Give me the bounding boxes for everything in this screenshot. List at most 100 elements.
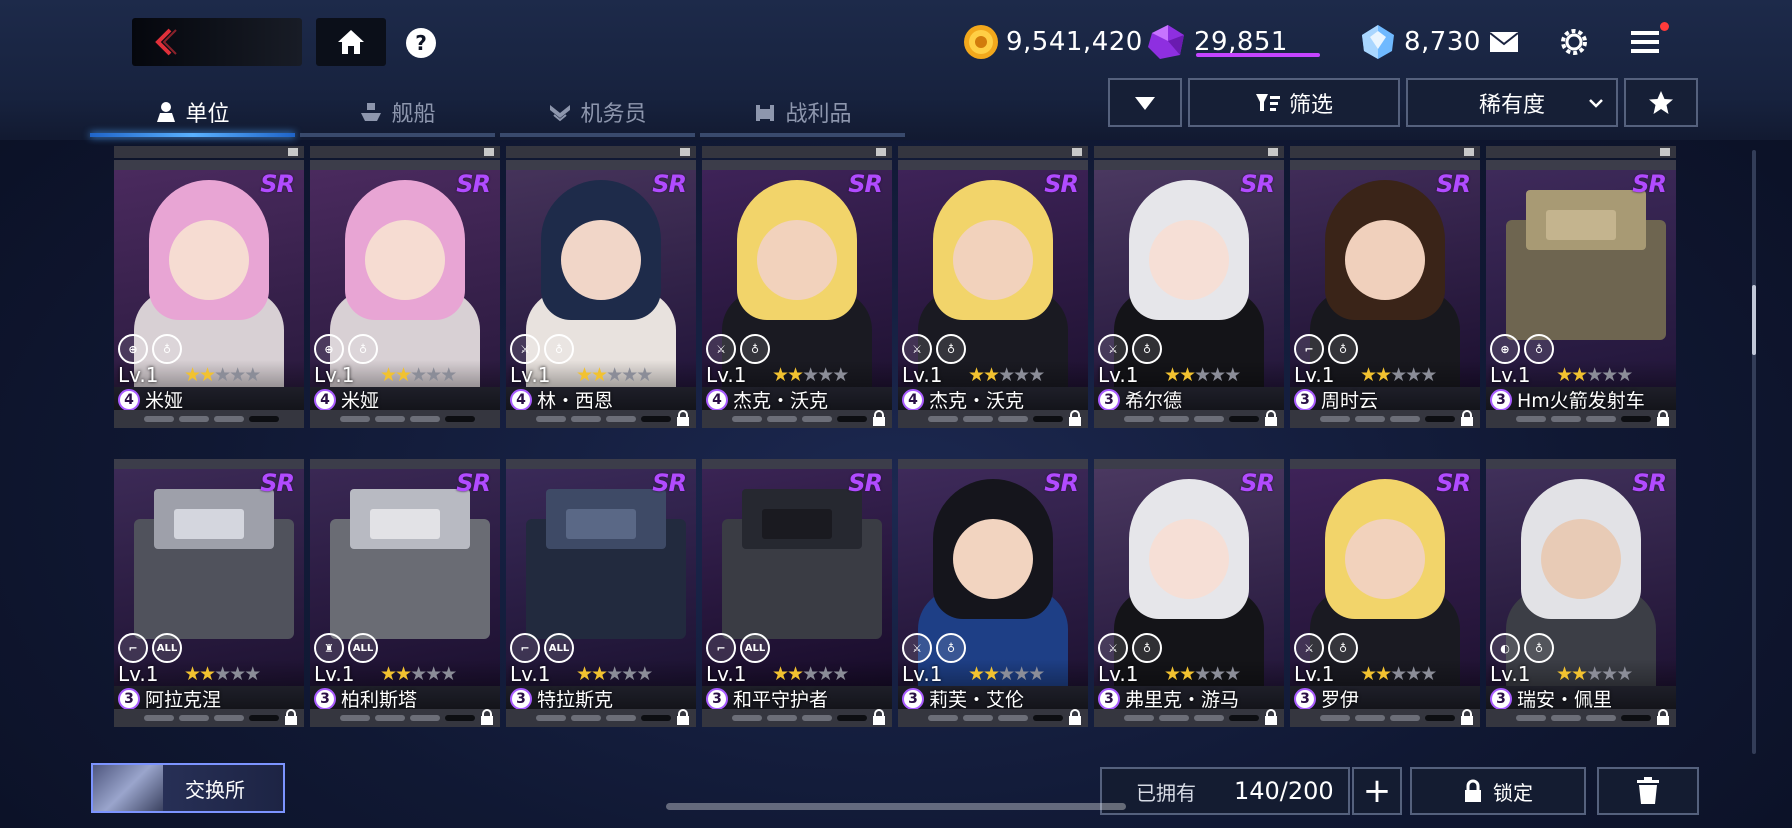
star-icon: ★ bbox=[998, 663, 1015, 685]
padlock-icon bbox=[284, 709, 298, 727]
star-icon: ★ bbox=[1616, 364, 1633, 386]
unit-name: 杰克・沃克 bbox=[929, 390, 1025, 412]
scrollbar-thumb[interactable] bbox=[1752, 285, 1756, 355]
star-icon: ★ bbox=[440, 663, 457, 685]
unit-card[interactable]: SR ⚔ ♁ Lv.1 ★★★★★ 3 弗里克・游马 bbox=[1094, 459, 1284, 727]
tab-unit[interactable]: 单位 bbox=[90, 92, 295, 132]
unit-card[interactable]: SR ◐ ♁ Lv.1 ★★★★★ 3 瑞安・佩里 bbox=[1486, 459, 1676, 727]
gold-amount: 9,541,420 bbox=[1006, 27, 1143, 57]
upgrade-pip bbox=[1621, 715, 1651, 721]
question-icon: ? bbox=[415, 31, 427, 55]
card-top-strip bbox=[1094, 160, 1284, 170]
unit-card[interactable]: SR ⌐ ALL Lv.1 ★★★★★ 3 特拉斯克 bbox=[506, 459, 696, 727]
star-icon: ★ bbox=[229, 663, 246, 685]
lock-button[interactable]: 锁定 bbox=[1410, 767, 1586, 815]
menu-button[interactable] bbox=[1627, 24, 1663, 60]
card-top-strip bbox=[506, 160, 696, 170]
favorite-button[interactable] bbox=[1624, 78, 1698, 127]
upgrade-pip bbox=[837, 416, 867, 422]
star-icon: ★ bbox=[817, 364, 834, 386]
filter-icon bbox=[1255, 93, 1280, 111]
dropdown-toggle-button[interactable] bbox=[1108, 78, 1182, 127]
star-rating: ★★★★★ bbox=[576, 364, 653, 386]
card-top-strip bbox=[1486, 459, 1676, 469]
unit-card[interactable]: SR ⊕ ♁ Lv.1 ★★★★★ 4 米娅 bbox=[114, 160, 304, 428]
unit-card[interactable]: SR ⌐ ♁ Lv.1 ★★★★★ 3 周时云 bbox=[1290, 160, 1480, 428]
character-face bbox=[1149, 519, 1229, 599]
card-top-strip bbox=[1290, 459, 1480, 469]
unit-card[interactable]: SR ⊕ ♁ Lv.1 ★★★★★ 3 Hm火箭发射车 bbox=[1486, 160, 1676, 428]
gear-icon bbox=[1561, 29, 1587, 55]
card-footer bbox=[1486, 410, 1676, 428]
upgrade-pip bbox=[1586, 416, 1616, 422]
unit-card[interactable]: SR ⚔ ♁ Lv.1 ★★★★★ 3 莉芙・艾伦 bbox=[898, 459, 1088, 727]
star-icon: ★ bbox=[199, 364, 216, 386]
help-button[interactable]: ? bbox=[406, 28, 436, 58]
delete-button[interactable] bbox=[1597, 767, 1699, 815]
triangle-down-icon bbox=[1135, 96, 1155, 110]
unit-level: Lv.1 bbox=[510, 662, 551, 686]
shield-wing-icon: ♁ bbox=[1524, 334, 1554, 364]
star-rating: ★★★★★ bbox=[576, 663, 653, 685]
expand-capacity-button[interactable]: + bbox=[1352, 767, 1402, 815]
unit-card[interactable]: SR ⚔ ♁ Lv.1 ★★★★★ 3 希尔德 bbox=[1094, 160, 1284, 428]
filter-button[interactable]: 筛选 bbox=[1188, 78, 1400, 127]
unit-card[interactable]: SR ⚔ ♁ Lv.1 ★★★★★ 4 杰克・沃克 bbox=[898, 160, 1088, 428]
tab-operator-underline bbox=[500, 133, 695, 137]
upgrade-pip bbox=[1194, 715, 1224, 721]
role-icons: ⌐ ♁ bbox=[1294, 334, 1358, 364]
unit-card[interactable]: SR ♜ ALL Lv.1 ★★★★★ 3 柏利斯塔 bbox=[310, 459, 500, 727]
star-icon: ★ bbox=[1164, 364, 1181, 386]
scrollbar-track[interactable] bbox=[1752, 150, 1756, 754]
padlock-icon bbox=[1460, 709, 1474, 727]
unit-level: Lv.1 bbox=[1098, 662, 1139, 686]
role-icons: ◐ ♁ bbox=[1490, 633, 1554, 663]
unit-name: 莉芙・艾伦 bbox=[929, 689, 1025, 711]
unit-info: Lv.1 ★★★★★ bbox=[506, 662, 696, 686]
operator-icon bbox=[548, 101, 572, 123]
star-icon: ★ bbox=[576, 364, 593, 386]
exchange-button[interactable]: 交换所 bbox=[91, 763, 285, 813]
unit-info: Lv.1 ★★★★★ bbox=[702, 662, 892, 686]
upgrade-pip bbox=[144, 416, 174, 422]
rarity-badge: SR bbox=[1240, 469, 1275, 497]
shield-icon: ◐ bbox=[1490, 633, 1520, 663]
card-top-strip bbox=[898, 160, 1088, 170]
upgrade-pips bbox=[1320, 416, 1455, 422]
star-icon: ★ bbox=[1194, 364, 1211, 386]
upgrade-pip bbox=[249, 416, 279, 422]
upgrade-pips bbox=[144, 416, 279, 422]
unit-card[interactable]: SR ⌐ ALL Lv.1 ★★★★★ 3 和平守护者 bbox=[702, 459, 892, 727]
card-top-strip bbox=[310, 459, 500, 469]
tab-loot[interactable]: 战利品 bbox=[700, 92, 905, 132]
shield-wing-icon: ♁ bbox=[936, 633, 966, 663]
role-icons: ⚔ ♁ bbox=[902, 334, 966, 364]
upgrade-pip bbox=[928, 416, 958, 422]
rarity-badge: SR bbox=[848, 170, 883, 198]
tab-ship[interactable]: 舰船 bbox=[300, 92, 495, 132]
unit-card[interactable]: SR ⚔ ♁ Lv.1 ★★★★★ 4 林・西恩 bbox=[506, 160, 696, 428]
unit-info: Lv.1 ★★★★★ bbox=[506, 363, 696, 387]
upgrade-pips bbox=[536, 715, 671, 721]
star-rating: ★★★★★ bbox=[772, 663, 849, 685]
rarity-badge: SR bbox=[1436, 469, 1471, 497]
sort-select[interactable]: 稀有度 bbox=[1406, 78, 1618, 127]
settings-button[interactable] bbox=[1556, 24, 1592, 60]
star-icon: ★ bbox=[244, 663, 261, 685]
card-footer bbox=[114, 709, 304, 727]
tab-operator[interactable]: 机务员 bbox=[500, 92, 695, 132]
tab-unit-underline bbox=[90, 133, 295, 137]
unit-card[interactable]: SR ⚔ ♁ Lv.1 ★★★★★ 3 罗伊 bbox=[1290, 459, 1480, 727]
mail-button[interactable] bbox=[1486, 24, 1522, 60]
star-icon: ★ bbox=[832, 663, 849, 685]
unit-card[interactable]: SR ⊕ ♁ Lv.1 ★★★★★ 4 米娅 bbox=[310, 160, 500, 428]
owned-count: 140/200 bbox=[1234, 777, 1334, 805]
back-button[interactable] bbox=[132, 18, 302, 66]
home-button[interactable] bbox=[316, 18, 386, 66]
unit-card[interactable]: SR ⚔ ♁ Lv.1 ★★★★★ 4 杰克・沃克 bbox=[702, 160, 892, 428]
unit-name: 弗里克・游马 bbox=[1125, 689, 1240, 711]
star-icon: ★ bbox=[440, 364, 457, 386]
unit-name-row: 3 柏利斯塔 bbox=[314, 685, 417, 712]
card-footer bbox=[114, 410, 304, 428]
unit-card[interactable]: SR ⌐ ALL Lv.1 ★★★★★ 3 阿拉克涅 bbox=[114, 459, 304, 727]
